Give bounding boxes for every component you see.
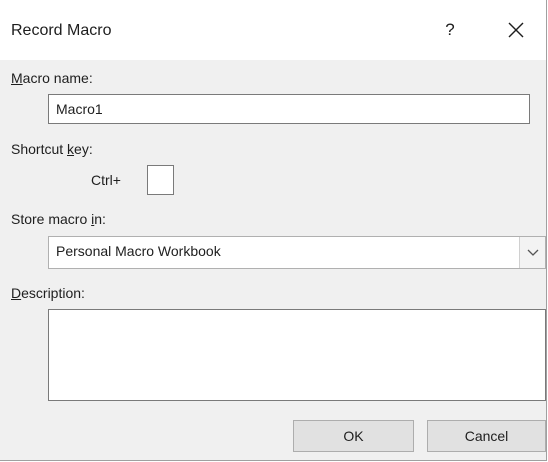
title-bar: Record Macro ? (0, 0, 546, 60)
description-label-text: escription: (21, 285, 85, 301)
macro-name-label: Macro name: (11, 70, 93, 86)
help-button[interactable]: ? (436, 15, 464, 45)
shortcut-key-label: Shortcut key: (11, 141, 93, 157)
record-macro-dialog: Record Macro ? Macro name: Shortcut key:… (0, 0, 547, 461)
close-icon (508, 22, 524, 38)
ok-button[interactable]: OK (293, 420, 414, 452)
cancel-button[interactable]: Cancel (427, 420, 546, 452)
description-label: Description: (11, 285, 85, 301)
shortcut-label-post: ey: (74, 141, 93, 157)
store-label-post: n: (94, 211, 106, 227)
ctrl-prefix-label: Ctrl+ (91, 172, 121, 188)
store-macro-selected: Personal Macro Workbook (56, 243, 221, 259)
store-macro-select[interactable]: Personal Macro Workbook (48, 236, 546, 269)
store-dropdown-button[interactable] (519, 237, 545, 268)
close-button[interactable] (503, 17, 529, 43)
shortcut-key-input[interactable] (147, 165, 174, 195)
macro-name-input[interactable] (48, 94, 530, 124)
shortcut-mnemonic: k (67, 141, 75, 157)
macro-name-label-text: acro name: (22, 70, 93, 86)
chevron-down-icon (527, 249, 539, 256)
description-mnemonic: D (11, 285, 22, 301)
macro-name-mnemonic: M (11, 70, 23, 86)
description-textarea[interactable] (48, 309, 546, 401)
store-label-pre: Store macro (11, 211, 92, 227)
dialog-title: Record Macro (11, 22, 112, 39)
shortcut-label-pre: Shortcut (11, 141, 68, 157)
store-macro-label: Store macro in: (11, 211, 106, 227)
